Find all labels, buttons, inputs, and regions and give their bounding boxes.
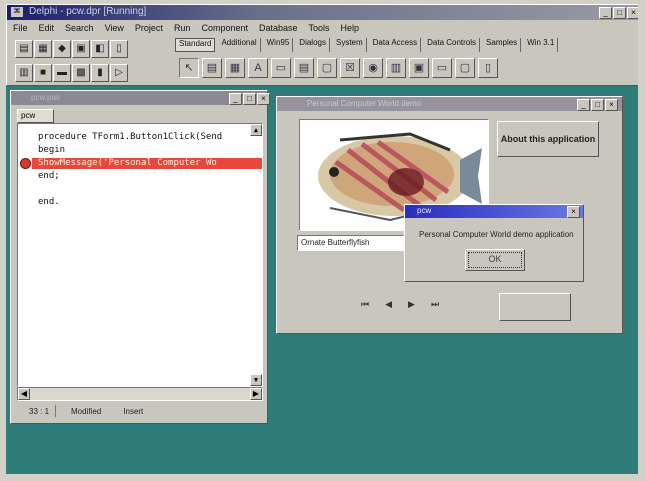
remove-file-icon[interactable]: ◧ (91, 40, 109, 58)
ide-main-window: ⌘ Delphi - pcw.dpr [Running] _ □ × File … (6, 4, 638, 86)
code-area[interactable]: procedure TForm1.Button1Click(Send begin… (17, 123, 263, 387)
panel-icon[interactable]: ▯ (478, 58, 498, 78)
menu-run[interactable]: Run (174, 23, 191, 33)
editor-title: pcw.pas (31, 93, 60, 102)
dialog-title: pcw (417, 206, 432, 215)
ide-title-bar[interactable]: ⌘ Delphi - pcw.dpr [Running] _ □ × (7, 5, 638, 20)
menu-edit[interactable]: Edit (39, 23, 55, 33)
modified-status: Modified (71, 406, 102, 416)
units-icon[interactable]: ▯ (110, 40, 128, 58)
checkbox-icon[interactable]: ☒ (340, 58, 360, 78)
menu-bar: File Edit Search View Project Run Compon… (7, 21, 638, 35)
tab-data-controls[interactable]: Data Controls (424, 38, 481, 52)
pause-icon[interactable]: ▮ (91, 64, 109, 82)
code-line: begin (38, 145, 66, 155)
vertical-scroll-up-arrow[interactable]: ▲ (250, 124, 262, 136)
breakpoint-icon[interactable] (20, 158, 31, 169)
status-separator (55, 405, 56, 417)
menu-search[interactable]: Search (65, 23, 94, 33)
editor-minimize-button[interactable]: _ (229, 93, 242, 105)
editor-status-bar: 33 : 1 Modified Insert (15, 403, 277, 419)
groupbox-icon[interactable]: ▢ (455, 58, 475, 78)
insert-mode: Insert (123, 406, 144, 416)
form-close-button[interactable]: × (605, 99, 618, 111)
menu-project[interactable]: Project (135, 23, 163, 33)
speed-bar: ▤ ▦ ◆ ▣ ◧ ▯ ▥ ■ ▬ ▩ ▮ ▷ (13, 38, 147, 86)
memo-icon[interactable]: ▤ (294, 58, 314, 78)
message-dialog: pcw × Personal Computer World demo appli… (404, 204, 584, 282)
edit-icon[interactable]: ▭ (271, 58, 291, 78)
form-title-bar[interactable]: Personal Computer World demo _ □ × (277, 97, 622, 111)
save-file-icon[interactable]: ▥ (15, 64, 33, 82)
component-palette-tabs: Standard Additional Win95 Dialogs System… (175, 38, 559, 52)
form-maximize-button[interactable]: □ (591, 99, 604, 111)
menu-component[interactable]: Component (201, 23, 248, 33)
app-icon: ⌘ (11, 7, 23, 17)
scrollbar-icon[interactable]: ▭ (432, 58, 452, 78)
tab-data-access[interactable]: Data Access (370, 38, 422, 52)
tab-dialogs[interactable]: Dialogs (296, 38, 330, 52)
menu-file[interactable]: File (13, 23, 28, 33)
form-minimize-button[interactable]: _ (577, 99, 590, 111)
tab-pcw[interactable]: pcw (17, 109, 54, 123)
code-line: end. (38, 197, 60, 207)
component-palette: ↖ ▤ ▦ A ▭ ▤ ▢ ☒ ◉ ▥ ▣ ▭ ▢ ▯ (175, 55, 519, 81)
vertical-scroll-down-arrow[interactable]: ▼ (250, 374, 262, 386)
first-track-icon[interactable]: ⏮ (361, 299, 369, 310)
desktop: ⌘ Delphi - pcw.dpr [Running] _ □ × File … (6, 4, 638, 474)
radio-button-icon[interactable]: ◉ (363, 58, 383, 78)
tab-system[interactable]: System (333, 38, 367, 52)
cursor-position: 33 : 1 (29, 406, 50, 416)
tab-win95[interactable]: Win95 (264, 38, 294, 52)
toggle-form-unit-icon[interactable]: ▬ (53, 64, 71, 82)
fish-name-field[interactable]: Ornate Butterflyfish (297, 235, 404, 251)
horizontal-scrollbar[interactable]: ◀ ▶ (17, 387, 263, 401)
dialog-title-bar[interactable]: pcw × (405, 205, 583, 218)
popup-menu-icon[interactable]: ▦ (225, 58, 245, 78)
menu-help[interactable]: Help (341, 23, 360, 33)
tab-additional[interactable]: Additional (218, 38, 261, 52)
dialog-message: Personal Computer World demo application (419, 230, 574, 239)
open-file-icon[interactable]: ◆ (53, 40, 71, 58)
button-icon[interactable]: ▢ (317, 58, 337, 78)
add-file-icon[interactable]: ▣ (72, 40, 90, 58)
tab-samples[interactable]: Samples (483, 38, 522, 52)
label-icon[interactable]: A (248, 58, 268, 78)
scroll-right-arrow[interactable]: ▶ (250, 388, 262, 400)
code-line: procedure TForm1.Button1Click(Send (38, 132, 223, 142)
scroll-left-arrow[interactable]: ◀ (18, 388, 30, 400)
forms-icon[interactable]: ■ (34, 64, 52, 82)
menu-view[interactable]: View (105, 23, 124, 33)
ok-button[interactable]: OK (465, 249, 525, 271)
menu-tools[interactable]: Tools (309, 23, 330, 33)
main-menu-icon[interactable]: ▤ (202, 58, 222, 78)
run-icon[interactable]: ▷ (110, 64, 128, 82)
combobox-icon[interactable]: ▣ (409, 58, 429, 78)
minimize-button[interactable]: _ (599, 7, 612, 19)
ide-title: Delphi - pcw.dpr [Running] (29, 6, 147, 17)
close-button[interactable]: × (627, 7, 638, 19)
code-editor-window: pcw.pas _ □ × pcw procedure TForm1.Butto… (10, 90, 270, 424)
save-all-icon[interactable]: ▦ (34, 40, 52, 58)
last-track-icon[interactable]: ⏭ (431, 299, 439, 310)
previous-icon[interactable]: ◀ (385, 299, 392, 310)
editor-maximize-button[interactable]: □ (243, 93, 256, 105)
editor-title-bar[interactable]: pcw.pas _ □ × (11, 91, 270, 105)
pointer-icon[interactable]: ↖ (179, 58, 199, 78)
open-project-icon[interactable]: ▤ (15, 40, 33, 58)
tab-win31[interactable]: Win 3.1 (524, 38, 559, 52)
tab-standard[interactable]: Standard (175, 38, 216, 52)
play-icon[interactable]: ▶ (408, 299, 415, 310)
new-form-icon[interactable]: ▩ (72, 64, 90, 82)
form-title: Personal Computer World demo (307, 99, 422, 108)
editor-close-button[interactable]: × (257, 93, 270, 105)
media-player-panel (499, 293, 571, 321)
about-application-button[interactable]: About this application (497, 121, 599, 157)
menu-database[interactable]: Database (259, 23, 298, 33)
code-line-breakpoint: ShowMessage('Personal Computer Wo (38, 158, 217, 168)
dialog-close-button[interactable]: × (567, 206, 580, 218)
maximize-button[interactable]: □ (613, 7, 626, 19)
listbox-icon[interactable]: ▥ (386, 58, 406, 78)
code-line: end; (38, 171, 60, 181)
